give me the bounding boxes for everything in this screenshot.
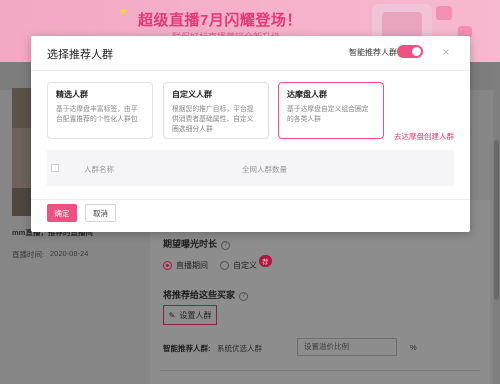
select-all-checkbox[interactable] — [51, 164, 59, 172]
crowd-card-damopan[interactable]: 达摩盘人群 基于达摩盘自定义组合圈定的各类人群 — [278, 82, 384, 139]
set-crowd-button[interactable]: ✎ 设置人群 — [163, 305, 217, 325]
radio-live-period-label[interactable]: 直播期间 — [176, 260, 208, 271]
recommend-badge: 荐 — [259, 255, 272, 267]
divider — [31, 70, 470, 71]
column-header-count: 全网人群数量 — [242, 165, 287, 174]
confirm-button[interactable]: 确定 — [47, 204, 77, 222]
exposure-heading: 期望曝光时长? — [163, 237, 231, 250]
smart-crowd-toggle[interactable] — [397, 45, 423, 58]
live-time-value: 2020-08-24 — [50, 249, 89, 258]
star-icon: ★ — [118, 4, 129, 18]
premium-ratio-input[interactable]: 设置溢价比例 — [297, 338, 397, 356]
exposure-heading-text: 期望曝光时长 — [163, 239, 218, 249]
banner-title: 超级直播7月闪耀登场！ — [138, 12, 302, 29]
smart-crowd-value: 系统优选人群 — [217, 344, 262, 353]
column-header-name: 人群名称 — [84, 165, 114, 174]
audience-heading-text: 将推荐给这些买家 — [163, 290, 236, 300]
percent-unit: % — [410, 343, 417, 352]
select-crowd-dialog: 选择推荐人群 智能推荐人群 × 精选人群 基于达摩盘丰富标签，由平台配置推荐的个… — [31, 36, 470, 232]
crowd-card-custom[interactable]: 自定义人群 根据您的推广目标，平台提供消费者基础属性、自定义圈选细分人群 — [163, 82, 269, 139]
radio-live-period[interactable] — [163, 260, 172, 270]
live-time-label: 直播时间: — [12, 250, 45, 259]
crowd-card-title: 达摩盘人群 — [287, 90, 327, 99]
crowd-card-desc: 基于达摩盘自定义组合圈定的各类人群 — [287, 106, 369, 123]
edit-icon: ✎ — [168, 310, 176, 320]
toggle-knob — [412, 47, 421, 56]
exposure-options: 直播期间 自定义 荐 — [163, 255, 272, 271]
close-icon[interactable]: × — [440, 46, 452, 58]
crowd-card-title: 精选人群 — [56, 90, 88, 99]
cancel-button[interactable]: 取消 — [85, 204, 116, 222]
crowd-card-desc: 基于达摩盘丰富标签，由平台配置推荐的个性化人群包 — [56, 106, 138, 123]
help-icon[interactable]: ? — [221, 241, 231, 250]
smart-crowd-label: 智能推荐人群: — [163, 344, 211, 353]
dialog-title: 选择推荐人群 — [47, 49, 113, 61]
radio-custom-label[interactable]: 自定义 — [233, 260, 257, 271]
audience-heading: 将推荐给这些买家? — [163, 288, 249, 301]
crowd-card-featured[interactable]: 精选人群 基于达摩盘丰富标签，由平台配置推荐的个性化人群包 — [47, 82, 153, 139]
set-crowd-label: 设置人群 — [179, 310, 212, 320]
banner-decoration — [436, 6, 452, 20]
crowd-card-title: 自定义人群 — [172, 90, 212, 99]
divider — [160, 370, 480, 371]
divider — [31, 199, 470, 200]
help-icon[interactable]: ? — [239, 292, 249, 301]
scrollbar-thumb[interactable] — [494, 140, 499, 300]
create-crowd-link[interactable]: 去达摩盘创建人群 — [394, 131, 454, 142]
radio-custom[interactable] — [220, 260, 229, 270]
smart-crowd-toggle-label: 智能推荐人群 — [349, 48, 397, 57]
crowd-card-desc: 根据您的推广目标，平台提供消费者基础属性、自定义圈选细分人群 — [172, 106, 254, 133]
